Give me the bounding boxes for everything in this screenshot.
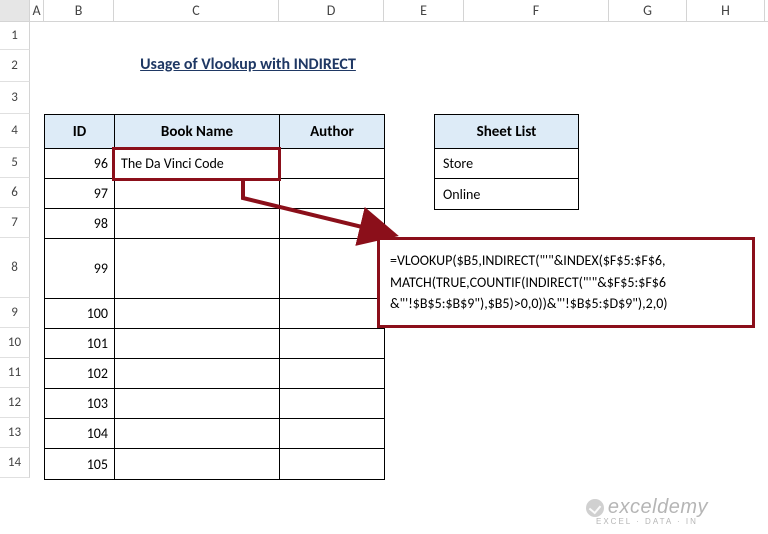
cell-id[interactable]: 98 [45, 209, 115, 239]
table-row: 98 [45, 209, 384, 239]
header-book-name[interactable]: Book Name [115, 115, 280, 149]
cell-author[interactable] [280, 179, 384, 209]
header-id[interactable]: ID [45, 115, 115, 149]
cell-id[interactable]: 99 [45, 239, 115, 299]
cell-author[interactable] [280, 419, 384, 449]
watermark-sub: EXCEL · DATA · IN [586, 517, 708, 526]
row-header-13[interactable]: 13 [0, 418, 30, 448]
cell-id[interactable]: 96 [45, 149, 115, 179]
row-headers: 1 2 3 4 5 6 7 8 9 10 11 12 13 14 [0, 22, 30, 478]
cell-id[interactable]: 102 [45, 359, 115, 389]
table-header-row: ID Book Name Author [45, 115, 384, 149]
table-row: 103 [45, 389, 384, 419]
cell-id[interactable]: 100 [45, 299, 115, 329]
cell-id[interactable]: 105 [45, 449, 115, 479]
formula-line: &"'!$B$5:$B$9"),$B5)>0,0))&"'!$B$5:$D$9"… [390, 293, 742, 315]
col-header-f[interactable]: F [464, 0, 609, 21]
row-header-10[interactable]: 10 [0, 328, 30, 358]
sheet-list-table: Sheet List Store Online [434, 114, 579, 210]
table-row: 100 [45, 299, 384, 329]
cell-book[interactable] [115, 329, 280, 359]
cell-author[interactable] [280, 239, 384, 299]
row-header-7[interactable]: 7 [0, 208, 30, 238]
main-table: ID Book Name Author 96 The Da Vinci Code… [44, 114, 385, 480]
column-headers: A B C D E F G H [0, 0, 768, 22]
table-row: 102 [45, 359, 384, 389]
col-header-d[interactable]: D [279, 0, 384, 21]
col-header-b[interactable]: B [44, 0, 114, 21]
row-header-1[interactable]: 1 [0, 22, 30, 50]
row-header-9[interactable]: 9 [0, 298, 30, 328]
cell-book[interactable] [115, 389, 280, 419]
cell-author[interactable] [280, 149, 384, 179]
col-header-a[interactable]: A [30, 0, 44, 21]
cell-book[interactable] [115, 299, 280, 329]
cell-author[interactable] [280, 449, 384, 479]
cell-author[interactable] [280, 299, 384, 329]
cell-author[interactable] [280, 209, 384, 239]
cell-id[interactable]: 97 [45, 179, 115, 209]
check-icon [586, 499, 604, 517]
row-header-3[interactable]: 3 [0, 82, 30, 114]
col-header-c[interactable]: C [114, 0, 279, 21]
table-row: 105 [45, 449, 384, 479]
sheet-list-header[interactable]: Sheet List [435, 115, 578, 149]
spreadsheet: A B C D E F G H 1 2 3 4 5 6 7 8 9 10 11 … [0, 0, 768, 534]
row-header-14[interactable]: 14 [0, 448, 30, 478]
row-header-2[interactable]: 2 [0, 50, 30, 82]
header-author[interactable]: Author [280, 115, 384, 149]
col-header-h[interactable]: H [687, 0, 765, 21]
row-header-6[interactable]: 6 [0, 178, 30, 208]
col-header-g[interactable]: G [609, 0, 687, 21]
col-header-e[interactable]: E [384, 0, 464, 21]
sheet-list-item[interactable]: Store [435, 149, 578, 179]
row-header-4[interactable]: 4 [0, 114, 30, 148]
cell-id[interactable]: 103 [45, 389, 115, 419]
cell-book[interactable] [115, 449, 280, 479]
sheet-list-item[interactable]: Online [435, 179, 578, 209]
cell-book[interactable] [115, 239, 280, 299]
select-all-corner[interactable] [0, 0, 30, 21]
page-title: Usage of Vlookup with INDIRECT [114, 50, 382, 78]
cell-author[interactable] [280, 359, 384, 389]
formula-line: =VLOOKUP($B5,INDIRECT("'"&INDEX($F$5:$F$… [390, 250, 742, 272]
cell-book[interactable] [115, 179, 280, 209]
table-row: 97 [45, 179, 384, 209]
cell-id[interactable]: 101 [45, 329, 115, 359]
cell-id[interactable]: 104 [45, 419, 115, 449]
cell-book[interactable] [115, 419, 280, 449]
row-header-11[interactable]: 11 [0, 358, 30, 388]
cell-book[interactable] [115, 209, 280, 239]
cell-author[interactable] [280, 329, 384, 359]
cell-book[interactable]: The Da Vinci Code [115, 149, 280, 179]
table-row: 96 The Da Vinci Code [45, 149, 384, 179]
formula-line: MATCH(TRUE,COUNTIF(INDIRECT("'"&$F$5:$F$… [390, 272, 742, 294]
row-header-5[interactable]: 5 [0, 148, 30, 178]
watermark-text: exceldemy [608, 496, 708, 518]
cell-author[interactable] [280, 389, 384, 419]
table-row: 99 [45, 239, 384, 299]
table-row: 101 [45, 329, 384, 359]
row-header-12[interactable]: 12 [0, 388, 30, 418]
table-row: 104 [45, 419, 384, 449]
watermark: exceldemy EXCEL · DATA · IN [586, 496, 708, 526]
formula-callout: =VLOOKUP($B5,INDIRECT("'"&INDEX($F$5:$F$… [377, 237, 755, 328]
cell-book[interactable] [115, 359, 280, 389]
row-header-8[interactable]: 8 [0, 238, 30, 298]
